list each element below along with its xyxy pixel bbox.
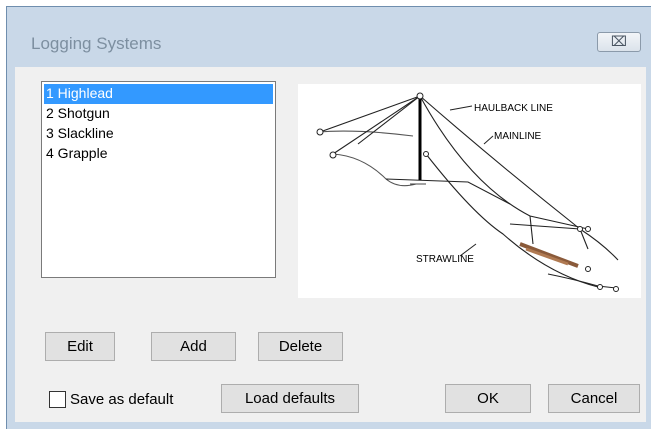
ok-button[interactable]: OK xyxy=(445,384,531,413)
cancel-button[interactable]: Cancel xyxy=(548,384,640,413)
load-defaults-button[interactable]: Load defaults xyxy=(221,384,359,413)
add-button[interactable]: Add xyxy=(151,332,236,361)
list-item[interactable]: 1 Highlead xyxy=(44,84,273,104)
highlead-diagram-image: HAULBACK LINE MAINLINE STRAWLINE xyxy=(316,92,619,292)
save-as-default-label: Save as default xyxy=(70,390,174,408)
list-item[interactable]: 3 Slackline xyxy=(44,124,273,144)
systems-listbox[interactable]: 1 Highlead 2 Shotgun 3 Slackline 4 Grapp… xyxy=(41,81,276,278)
system-diagram: HAULBACK LINE MAINLINE STRAWLINE xyxy=(298,84,641,298)
save-as-default-option[interactable]: Save as default xyxy=(49,389,173,409)
close-button[interactable]: ⌧ xyxy=(597,32,641,52)
save-as-default-checkbox[interactable] xyxy=(49,390,66,408)
mainline-label: MAINLINE xyxy=(494,131,542,142)
list-item[interactable]: 2 Shotgun xyxy=(44,104,273,124)
delete-button[interactable]: Delete xyxy=(258,332,343,361)
title-bar: Logging Systems ⌧ xyxy=(7,7,651,67)
strawline-label: STRAWLINE xyxy=(416,254,474,265)
window-title: Logging Systems xyxy=(31,34,162,53)
dialog-body: 1 Highlead 2 Shotgun 3 Slackline 4 Grapp… xyxy=(15,67,646,422)
close-icon: ⌧ xyxy=(610,34,628,50)
edit-button[interactable]: Edit xyxy=(45,332,115,361)
list-item[interactable]: 4 Grapple xyxy=(44,144,273,164)
logging-systems-dialog: Logging Systems ⌧ 1 Highlead 2 Shotgun 3… xyxy=(6,6,651,429)
haulback-line-label: HAULBACK LINE xyxy=(474,103,553,114)
